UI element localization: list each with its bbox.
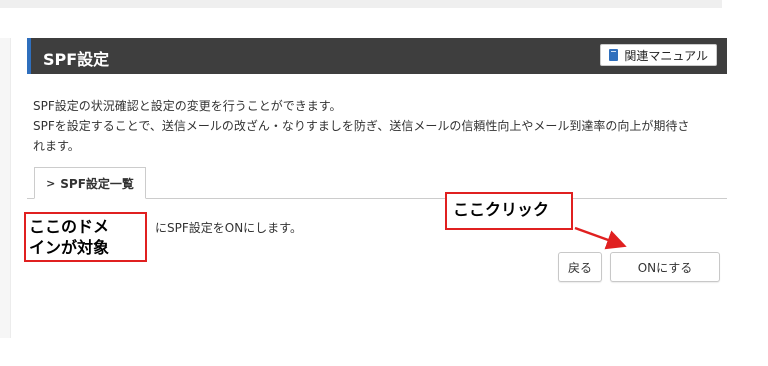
- annotation-click-here: ここクリック: [445, 192, 573, 230]
- annotation-arrow: [574, 226, 627, 250]
- annotation-text: インが対象: [29, 238, 110, 257]
- annotation-text: ここのドメ: [29, 217, 110, 236]
- annotation-target-domain: ここのドメ インが対象: [24, 212, 147, 262]
